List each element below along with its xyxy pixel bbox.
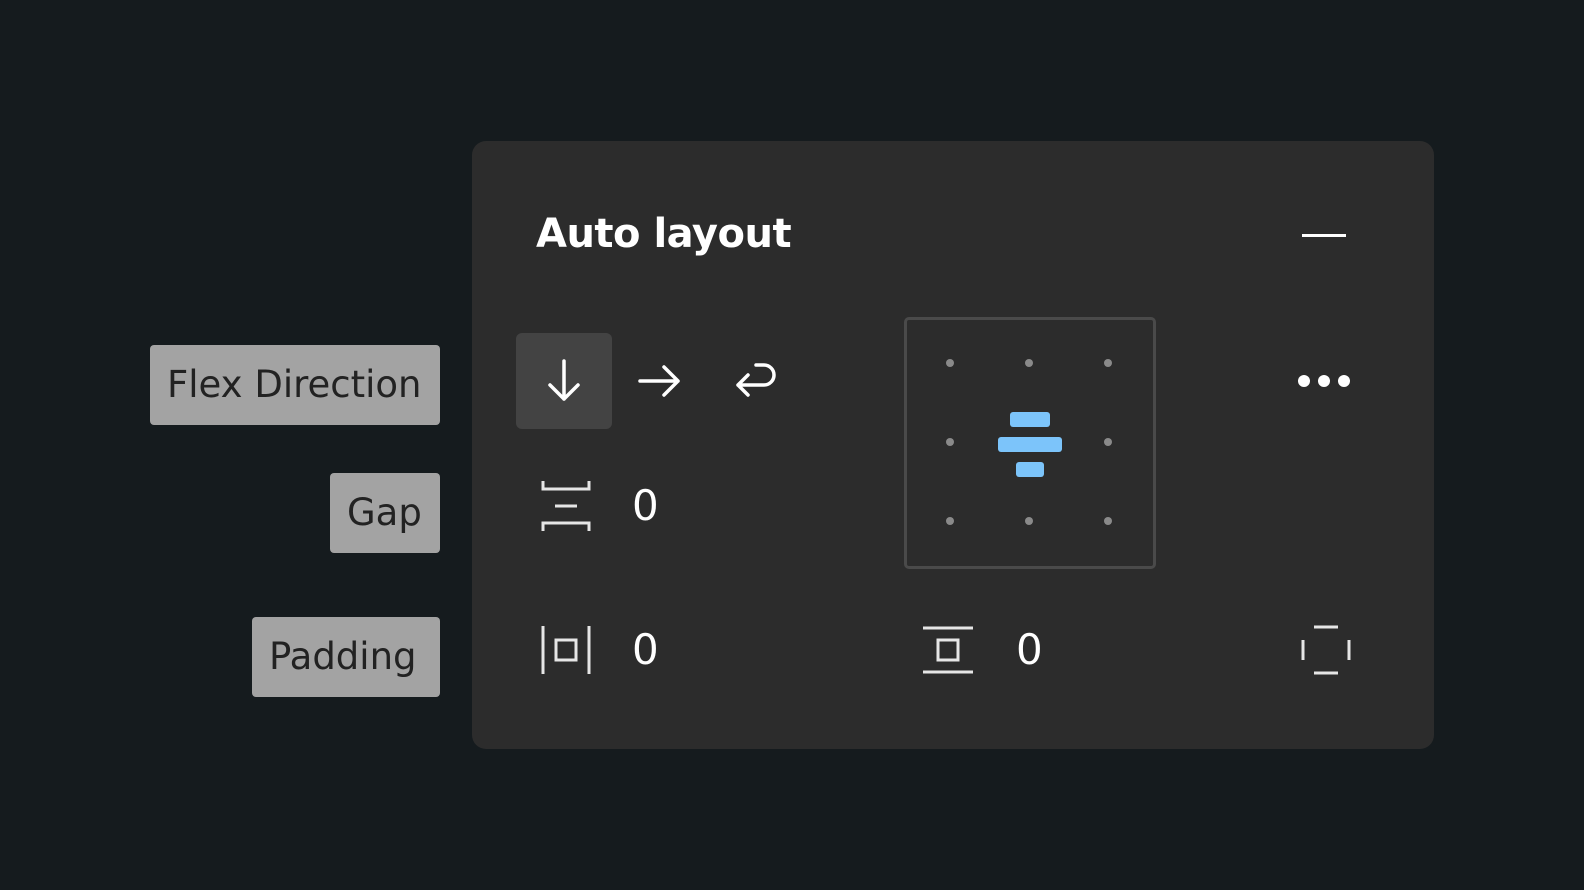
gap-input[interactable]: [632, 478, 712, 534]
direction-vertical-button[interactable]: [516, 333, 612, 429]
ellipsis-icon: [1298, 375, 1310, 387]
wrap-icon: [736, 363, 776, 397]
vertical-gap-icon: [538, 478, 594, 534]
align-top-left-dot[interactable]: [946, 359, 954, 367]
align-center-indicator-bar: [1016, 462, 1044, 477]
align-middle-right-dot[interactable]: [1104, 438, 1112, 446]
annotation-flex-direction: Flex Direction: [150, 345, 440, 425]
align-bottom-left-dot[interactable]: [946, 517, 954, 525]
align-bottom-center-dot[interactable]: [1025, 517, 1033, 525]
stage: Flex Direction Gap Padding Auto layout: [0, 0, 1584, 890]
direction-horizontal-button[interactable]: [612, 333, 708, 429]
arrow-down-icon: [548, 359, 580, 401]
annotation-gap: Gap: [330, 473, 440, 553]
collapse-button[interactable]: [1300, 223, 1348, 247]
panel-title: Auto layout: [536, 211, 792, 257]
individual-padding-icon: [1301, 625, 1351, 675]
vertical-padding-icon: [920, 622, 976, 678]
individual-padding-button[interactable]: [1298, 622, 1354, 678]
align-top-right-dot[interactable]: [1104, 359, 1112, 367]
alignment-grid[interactable]: [904, 317, 1156, 569]
ellipsis-icon: [1338, 375, 1350, 387]
annotation-padding: Padding: [252, 617, 440, 697]
horizontal-padding-icon: [538, 622, 594, 678]
more-options-button[interactable]: [1288, 361, 1360, 401]
auto-layout-panel: Auto layout: [472, 141, 1434, 749]
align-middle-left-dot[interactable]: [946, 438, 954, 446]
arrow-right-icon: [638, 365, 680, 397]
direction-wrap-button[interactable]: [708, 333, 804, 429]
align-bottom-right-dot[interactable]: [1104, 517, 1112, 525]
ellipsis-icon: [1318, 375, 1330, 387]
padding-vertical-input[interactable]: [1016, 622, 1096, 678]
align-center-indicator-bar: [1010, 412, 1050, 427]
padding-horizontal-input[interactable]: [632, 622, 712, 678]
align-top-center-dot[interactable]: [1025, 359, 1033, 367]
align-center-indicator-bar: [998, 437, 1062, 452]
